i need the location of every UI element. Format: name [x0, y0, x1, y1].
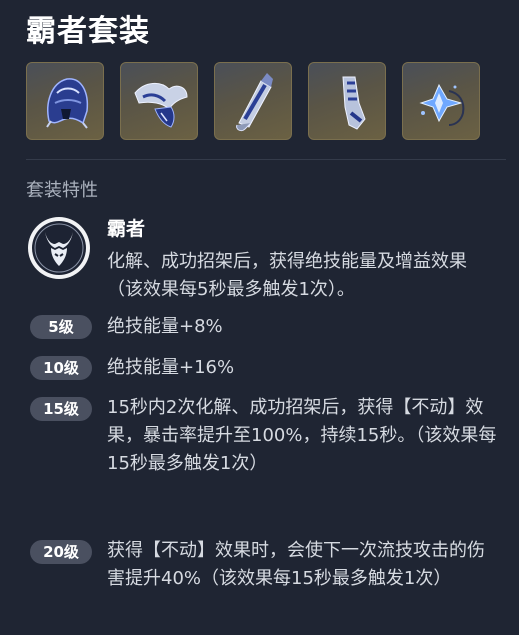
gear-slot-helmet[interactable] [26, 62, 104, 140]
helmet-icon [46, 78, 89, 129]
set-title: 霸者套装 [26, 14, 150, 49]
bracer-icon [236, 73, 273, 132]
tier-badge: 10级 [30, 356, 92, 380]
shoulder-armor-icon [134, 83, 188, 128]
crystal-amulet-icon [419, 83, 465, 126]
tier-text: 15秒内2次化解、成功招架后，获得【不动】效果，暴击率提升至100%，持续15秒… [107, 397, 497, 474]
gear-slot-amulet[interactable] [402, 62, 480, 140]
set-name: 霸者 [107, 218, 146, 240]
gear-slot-bracer[interactable] [214, 62, 292, 140]
tier-text: 绝技能量+16% [107, 357, 235, 378]
tier-badge: 15级 [30, 397, 92, 421]
tier-text: 绝技能量+8% [107, 316, 223, 337]
tier-badge: 20级 [30, 540, 92, 564]
tier-text: 获得【不动】效果时，会使下一次流技攻击的伤害提升40%（该效果每15秒最多触发1… [107, 540, 485, 589]
set-emblem [27, 216, 91, 280]
horned-mask-icon [28, 217, 90, 279]
tier-badge: 5级 [30, 315, 92, 339]
gear-slot-shoulder[interactable] [120, 62, 198, 140]
greaves-icon [342, 76, 366, 130]
section-title: 套装特性 [26, 180, 98, 201]
gear-slot-greaves[interactable] [308, 62, 386, 140]
divider [26, 159, 506, 160]
set-description: 化解、成功招架后，获得绝技能量及增益效果（该效果每5秒最多触发1次）。 [107, 251, 467, 300]
